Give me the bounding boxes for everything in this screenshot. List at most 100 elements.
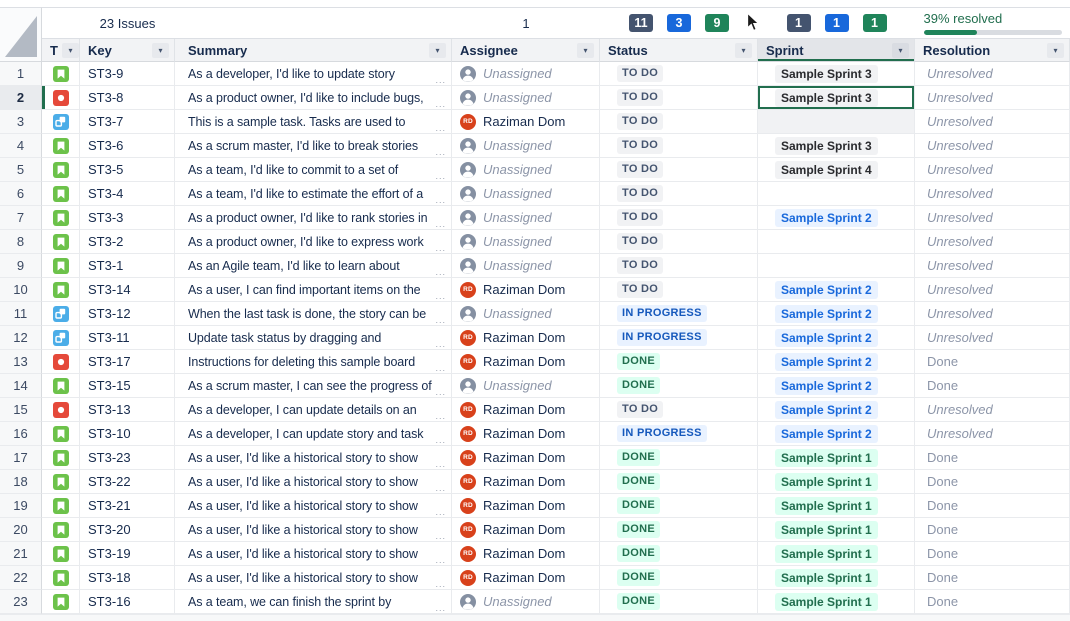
cell-key[interactable]: ST3-20 [80, 518, 175, 542]
cell-status[interactable]: TO DO [600, 254, 758, 278]
cell-summary[interactable]: As a developer, I can update details on … [175, 398, 452, 422]
cell-sprint[interactable] [758, 110, 915, 134]
row-number-cell[interactable]: 21 [0, 542, 42, 566]
cell-status[interactable]: TO DO [600, 86, 758, 110]
row-number-cell[interactable]: 16 [0, 422, 42, 446]
cell-status[interactable]: IN PROGRESS [600, 326, 758, 350]
cell-sprint[interactable]: Sample Sprint 3 [758, 86, 915, 110]
cell-sprint[interactable] [758, 230, 915, 254]
cell-resolution[interactable]: Unresolved [915, 206, 1070, 230]
cell-resolution[interactable]: Unresolved [915, 62, 1070, 86]
cell-resolution[interactable]: Done [915, 518, 1070, 542]
cell-summary[interactable]: As a team, I'd like to estimate the effo… [175, 182, 452, 206]
cell-status[interactable]: TO DO [600, 62, 758, 86]
cell-assignee[interactable]: Unassigned [452, 182, 600, 206]
cell-assignee[interactable]: RD Raziman Dom [452, 446, 600, 470]
column-header-assignee[interactable]: Assignee▾ [452, 39, 600, 62]
cell-sprint[interactable]: Sample Sprint 1 [758, 590, 915, 614]
cell-type[interactable] [42, 422, 80, 446]
cell-resolution[interactable]: Unresolved [915, 230, 1070, 254]
cell-assignee[interactable]: Unassigned [452, 254, 600, 278]
cell-sprint[interactable]: Sample Sprint 1 [758, 566, 915, 590]
cell-key[interactable]: ST3-8 [80, 86, 175, 110]
cell-summary[interactable]: As a user, I can find important items on… [175, 278, 452, 302]
cell-key[interactable]: ST3-1 [80, 254, 175, 278]
filter-button-summary[interactable]: ▾ [429, 43, 446, 58]
row-number-cell[interactable]: 8 [0, 230, 42, 254]
cell-type[interactable] [42, 518, 80, 542]
cell-type[interactable] [42, 590, 80, 614]
cell-sprint[interactable]: Sample Sprint 2 [758, 278, 915, 302]
cell-type[interactable] [42, 278, 80, 302]
cell-key[interactable]: ST3-18 [80, 566, 175, 590]
cell-status[interactable]: IN PROGRESS [600, 422, 758, 446]
cell-status[interactable]: TO DO [600, 398, 758, 422]
filter-button-resolution[interactable]: ▾ [1047, 43, 1064, 58]
filter-button-assignee[interactable]: ▾ [577, 43, 594, 58]
row-number-cell[interactable]: 10 [0, 278, 42, 302]
cell-sprint[interactable]: Sample Sprint 2 [758, 206, 915, 230]
cell-type[interactable] [42, 254, 80, 278]
cell-assignee[interactable]: RD Raziman Dom [452, 422, 600, 446]
cell-sprint[interactable] [758, 182, 915, 206]
cell-resolution[interactable]: Unresolved [915, 182, 1070, 206]
row-number-cell[interactable]: 18 [0, 470, 42, 494]
cell-summary[interactable]: As a team, I'd like to commit to a set o… [175, 158, 452, 182]
cell-key[interactable]: ST3-17 [80, 350, 175, 374]
cell-key[interactable]: ST3-13 [80, 398, 175, 422]
column-header-resolution[interactable]: Resolution▾ [915, 39, 1070, 62]
column-header-sprint[interactable]: Sprint▾ [758, 39, 915, 62]
cell-summary[interactable]: As a developer, I can update story and t… [175, 422, 452, 446]
row-number-cell[interactable]: 19 [0, 494, 42, 518]
cell-sprint[interactable]: Sample Sprint 1 [758, 494, 915, 518]
cell-sprint[interactable]: Sample Sprint 3 [758, 62, 915, 86]
row-number-cell[interactable]: 9 [0, 254, 42, 278]
cell-assignee[interactable]: RD Raziman Dom [452, 470, 600, 494]
cell-status[interactable]: DONE [600, 350, 758, 374]
cell-resolution[interactable]: Done [915, 494, 1070, 518]
row-number-cell[interactable]: 15 [0, 398, 42, 422]
cell-summary[interactable]: Update task status by dragging and ... [175, 326, 452, 350]
filter-button-sprint[interactable]: ▾ [892, 43, 909, 58]
cell-resolution[interactable]: Unresolved [915, 302, 1070, 326]
cell-key[interactable]: ST3-9 [80, 62, 175, 86]
column-header-type[interactable]: T▾ [42, 39, 80, 62]
cell-type[interactable] [42, 110, 80, 134]
cell-key[interactable]: ST3-2 [80, 230, 175, 254]
cell-sprint[interactable] [758, 254, 915, 278]
cell-resolution[interactable]: Done [915, 446, 1070, 470]
cell-assignee[interactable]: Unassigned [452, 62, 600, 86]
cell-type[interactable] [42, 182, 80, 206]
cell-sprint[interactable]: Sample Sprint 1 [758, 518, 915, 542]
cell-key[interactable]: ST3-6 [80, 134, 175, 158]
cell-status[interactable]: DONE [600, 374, 758, 398]
filter-button-type[interactable]: ▾ [62, 43, 79, 58]
cell-type[interactable] [42, 326, 80, 350]
cell-key[interactable]: ST3-7 [80, 110, 175, 134]
cell-summary[interactable]: As a scrum master, I can see the progres… [175, 374, 452, 398]
cell-resolution[interactable]: Unresolved [915, 158, 1070, 182]
cell-assignee[interactable]: Unassigned [452, 590, 600, 614]
cell-summary[interactable]: As a user, I'd like a historical story t… [175, 566, 452, 590]
cell-assignee[interactable]: Unassigned [452, 374, 600, 398]
cell-assignee[interactable]: RD Raziman Dom [452, 494, 600, 518]
cell-resolution[interactable]: Unresolved [915, 422, 1070, 446]
cell-type[interactable] [42, 398, 80, 422]
row-number-cell[interactable]: 11 [0, 302, 42, 326]
cell-type[interactable] [42, 302, 80, 326]
cell-summary[interactable]: As a user, I'd like a historical story t… [175, 494, 452, 518]
cell-assignee[interactable]: RD Raziman Dom [452, 350, 600, 374]
cell-summary[interactable]: As an Agile team, I'd like to learn abou… [175, 254, 452, 278]
cell-sprint[interactable]: Sample Sprint 2 [758, 398, 915, 422]
row-number-cell[interactable]: 13 [0, 350, 42, 374]
filter-button-status[interactable]: ▾ [735, 43, 752, 58]
cell-status[interactable]: TO DO [600, 110, 758, 134]
cell-resolution[interactable]: Done [915, 350, 1070, 374]
row-number-cell[interactable]: 5 [0, 158, 42, 182]
cell-key[interactable]: ST3-4 [80, 182, 175, 206]
cell-type[interactable] [42, 86, 80, 110]
cell-resolution[interactable]: Unresolved [915, 326, 1070, 350]
cell-type[interactable] [42, 470, 80, 494]
cell-resolution[interactable]: Unresolved [915, 278, 1070, 302]
select-all-corner[interactable] [0, 7, 42, 62]
